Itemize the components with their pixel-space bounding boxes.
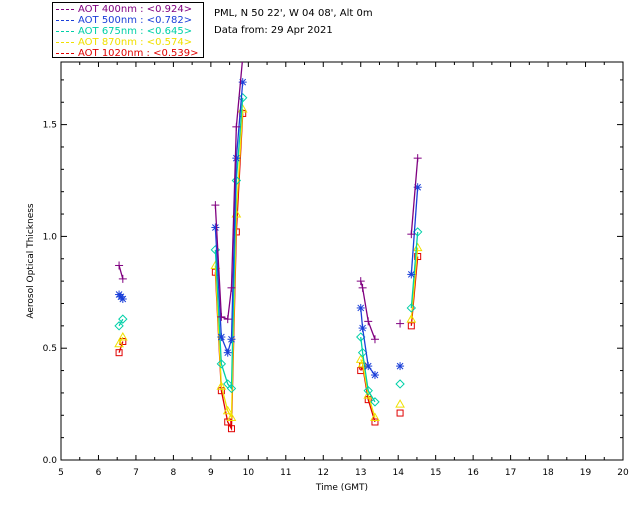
x-tick-label: 8 — [171, 468, 177, 478]
y-tick-label: 0.0 — [43, 456, 58, 466]
data-point — [217, 333, 226, 342]
data-point — [356, 277, 365, 286]
data-point — [115, 261, 124, 270]
data-point — [370, 335, 379, 344]
x-tick-label: 15 — [430, 468, 441, 478]
data-point — [227, 335, 236, 344]
data-point — [211, 201, 220, 210]
x-tick-label: 5 — [58, 468, 64, 478]
y-axis-label: Aerosol Optical Thickness — [26, 203, 36, 319]
data-point — [395, 379, 405, 389]
data-point — [232, 154, 241, 163]
data-point — [396, 362, 405, 371]
x-tick-label: 12 — [318, 468, 329, 478]
x-tick-label: 18 — [542, 468, 554, 478]
series-0 — [115, 62, 422, 344]
data-point — [358, 283, 367, 292]
data-point — [223, 348, 232, 357]
x-tick-label: 13 — [355, 468, 366, 478]
data-point — [370, 371, 379, 380]
series-3 — [114, 103, 423, 422]
series-line — [118, 265, 124, 280]
x-tick-label: 16 — [467, 468, 479, 478]
data-point — [395, 399, 405, 408]
x-tick-label: 7 — [133, 468, 139, 478]
x-tick-label: 19 — [580, 468, 592, 478]
data-point — [364, 362, 373, 371]
plot-frame — [60, 61, 624, 461]
series-4 — [115, 109, 422, 433]
aot-chart: 5 6 7 8 9 10 11 12 13 14 15 16 17 18 19 20 0.0 0.5 1.0 1.5 T… — [26, 61, 629, 493]
data-point — [407, 270, 416, 279]
x-tick-label: 11 — [280, 468, 291, 478]
data-point — [118, 274, 127, 283]
x-axis-label: Time (GMT) — [315, 483, 368, 493]
data-point — [358, 324, 367, 333]
x-tick-label: 17 — [505, 468, 516, 478]
y-tick-label: 0.5 — [43, 344, 57, 354]
series-2 — [114, 93, 423, 407]
data-point — [223, 315, 232, 324]
data-point — [413, 154, 422, 163]
x-tick-label: 6 — [96, 468, 102, 478]
x-tick-label: 9 — [208, 468, 214, 478]
y-tick-label: 1.0 — [43, 232, 58, 242]
data-point — [396, 319, 405, 328]
series-1 — [115, 78, 422, 380]
data-point — [396, 409, 404, 417]
data-point — [211, 223, 220, 232]
x-tick-label: 20 — [617, 468, 629, 478]
data-point — [364, 317, 373, 326]
data-point — [118, 295, 127, 304]
x-tick-label: 10 — [243, 468, 255, 478]
data-point — [356, 303, 365, 312]
y-tick-label: 1.5 — [43, 121, 57, 131]
x-tick-label: 14 — [392, 468, 404, 478]
